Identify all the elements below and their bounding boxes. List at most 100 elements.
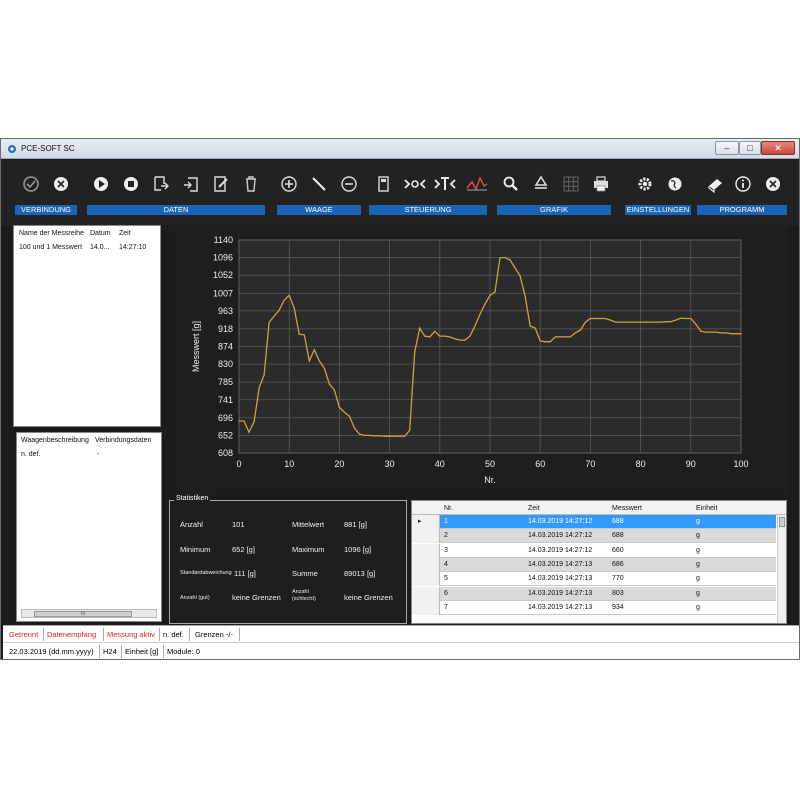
row-time-cell[interactable]: 14.03.2019 14:27:13 (528, 575, 592, 582)
grid-button[interactable] (559, 172, 583, 196)
table-row[interactable]: 3 14.03.2019 14:27:12 660 g (412, 543, 776, 558)
tare-button[interactable] (307, 172, 331, 196)
graph-button[interactable] (463, 172, 491, 196)
column-header-connection-data[interactable]: Verbindungsdaten (95, 437, 151, 444)
search-button[interactable] (499, 172, 523, 196)
maximize-button[interactable]: □ (739, 141, 761, 155)
minimize-button[interactable]: – (715, 141, 739, 155)
column-header-time[interactable]: Zeit (528, 505, 540, 512)
row-value-cell[interactable]: 688 (612, 532, 624, 539)
row-number-cell[interactable]: 7 (444, 604, 448, 611)
row-time-cell[interactable]: 14.03.2019 14:27:13 (528, 590, 592, 597)
row-value-cell[interactable]: 688 (612, 518, 624, 525)
row-value-cell[interactable]: 660 (612, 547, 624, 554)
column-header-time[interactable]: Zeit (119, 230, 131, 237)
table-row[interactable]: 5 14.03.2019 14:27:13 770 g (412, 572, 776, 587)
data-point (343, 411, 345, 413)
info-divider (163, 645, 164, 658)
row-header[interactable]: ▸ (412, 515, 440, 529)
import-button[interactable] (179, 172, 203, 196)
status-divider (189, 628, 190, 641)
row-unit-cell[interactable]: g (696, 518, 700, 525)
edit-button[interactable] (209, 172, 233, 196)
recycle-icon (534, 175, 548, 189)
scrollbar-thumb[interactable] (779, 517, 785, 527)
row-unit-cell[interactable]: g (696, 590, 700, 597)
row-unit-cell[interactable]: g (696, 604, 700, 611)
statistic-control-button[interactable] (401, 172, 429, 196)
scale-list[interactable]: Waagenbeschreibung Verbindungsdaten n. d… (16, 432, 162, 622)
exit-button[interactable] (761, 172, 785, 196)
remove-scale-button[interactable] (337, 172, 361, 196)
row-value-cell[interactable]: 770 (612, 575, 624, 582)
tolerance-button[interactable] (431, 172, 459, 196)
row-header[interactable] (412, 543, 440, 558)
close-window-button[interactable]: ✕ (761, 141, 795, 155)
table-row[interactable]: 6 14.03.2019 14:27:13 803 g (412, 586, 776, 601)
row-number-cell[interactable]: 3 (444, 547, 448, 554)
disconnect-button[interactable] (49, 172, 73, 196)
series-date-cell[interactable]: 14.0... (90, 244, 109, 251)
info-button[interactable] (731, 172, 755, 196)
settings-button[interactable] (633, 172, 657, 196)
column-header-name[interactable]: Name der Messreihe (19, 230, 84, 237)
row-number-cell[interactable]: 4 (444, 561, 448, 568)
horizontal-scrollbar[interactable]: III (21, 609, 157, 618)
row-time-cell[interactable]: 14.03.2019 14:27:13 (528, 561, 592, 568)
x-tick-label: 40 (435, 459, 445, 469)
row-number-cell[interactable]: 5 (444, 575, 448, 582)
connect-button[interactable] (19, 172, 43, 196)
row-unit-cell[interactable]: g (696, 561, 700, 568)
row-header[interactable] (412, 557, 440, 572)
data-point (333, 389, 335, 391)
delete-button[interactable] (239, 172, 263, 196)
info-divider (99, 645, 100, 658)
data-point (584, 321, 586, 323)
measurement-table[interactable]: Nr. Zeit Messwert Einheit ▸ 1 14.03.2019 1… (411, 500, 787, 624)
table-row[interactable]: 2 14.03.2019 14:27:12 688 g (412, 529, 776, 544)
row-unit-cell[interactable]: g (696, 575, 700, 582)
language-button[interactable] (663, 172, 687, 196)
column-header-date[interactable]: Datum (90, 230, 111, 237)
row-header[interactable] (412, 572, 440, 587)
scale-description-cell[interactable]: n. def. (21, 451, 40, 458)
status-limits: Grenzen -/- (195, 630, 233, 639)
connection-data-cell[interactable]: - (97, 451, 99, 458)
add-scale-button[interactable] (277, 172, 301, 196)
row-time-cell[interactable]: 14.03.2019 14:27:12 (528, 547, 592, 554)
row-header[interactable] (412, 586, 440, 601)
stop-button[interactable] (119, 172, 143, 196)
title-bar[interactable]: PCE-SOFT SC – □ ✕ (1, 139, 799, 159)
table-row[interactable]: 4 14.03.2019 14:27:13 686 g (412, 557, 776, 572)
scrollbar-thumb[interactable]: III (34, 611, 132, 617)
row-header[interactable] (412, 529, 440, 544)
series-time-cell[interactable]: 14:27:10 (119, 244, 146, 251)
series-name-cell[interactable]: 100 und 1 Messwert (19, 244, 82, 251)
row-number-cell[interactable]: 6 (444, 590, 448, 597)
row-time-cell[interactable]: 14.03.2019 14:27:12 (528, 532, 592, 539)
row-time-cell[interactable]: 14.03.2019 14:27:13 (528, 604, 592, 611)
row-number-cell[interactable]: 2 (444, 532, 448, 539)
table-row[interactable]: 7 14.03.2019 14:27:13 934 g (412, 600, 776, 615)
column-header-unit[interactable]: Einheit (696, 505, 717, 512)
column-header-value[interactable]: Messwert (612, 505, 642, 512)
export-button[interactable] (149, 172, 173, 196)
calculator-button[interactable] (371, 172, 395, 196)
row-header[interactable] (412, 600, 440, 615)
start-button[interactable] (89, 172, 113, 196)
column-header-number[interactable]: Nr. (444, 505, 453, 512)
measurement-series-list[interactable]: Name der Messreihe Datum Zeit 100 und 1 … (13, 225, 161, 427)
table-row[interactable]: ▸ 1 14.03.2019 14:27:12 688 g (412, 515, 776, 529)
row-time-cell[interactable]: 14.03.2019 14:27:12 (528, 518, 592, 525)
row-number-cell[interactable]: 1 (444, 518, 448, 525)
manual-button[interactable] (703, 172, 727, 196)
row-unit-cell[interactable]: g (696, 532, 700, 539)
row-unit-cell[interactable]: g (696, 547, 700, 554)
vertical-scrollbar[interactable] (777, 515, 786, 623)
row-value-cell[interactable]: 803 (612, 590, 624, 597)
refresh-button[interactable] (529, 172, 553, 196)
row-value-cell[interactable]: 934 (612, 604, 624, 611)
print-button[interactable] (589, 172, 613, 196)
column-header-scale-description[interactable]: Waagenbeschreibung (21, 437, 89, 444)
row-value-cell[interactable]: 686 (612, 561, 624, 568)
